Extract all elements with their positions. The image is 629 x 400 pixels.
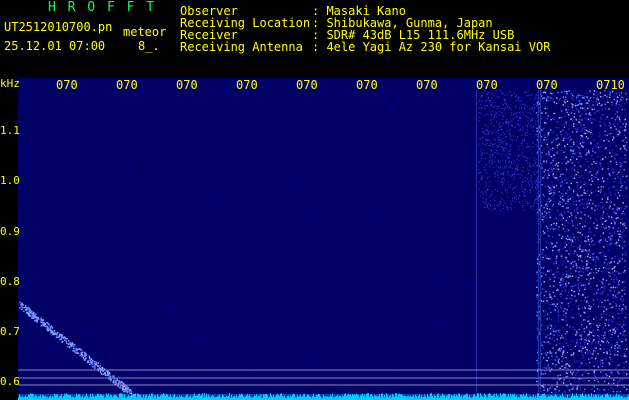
extra-label: 8_. xyxy=(138,39,160,53)
y-tick-label: 0.7 xyxy=(0,325,20,338)
app-title: H R O F F T xyxy=(48,0,157,15)
x-tick-label: 070 xyxy=(176,78,198,92)
x-tick-label: 070 xyxy=(536,78,558,92)
y-tick-label: 0.8 xyxy=(0,275,20,288)
header-panel: H R O F F T UT2512010700.pn meteor 25.12… xyxy=(0,0,629,78)
x-tick-label: 070 xyxy=(476,78,498,92)
x-tick-label: 070 xyxy=(116,78,138,92)
x-tick-label: 070 xyxy=(56,78,78,92)
spectrogram-panel: kHz 1.1 1.0 0.9 0.8 0.7 0.6 070 070 070 … xyxy=(0,78,629,400)
x-tick-label: 070 xyxy=(416,78,438,92)
x-tick-label: 070 xyxy=(356,78,378,92)
datetime-label: 25.12.01 07:00 xyxy=(4,39,106,53)
field-label-antenna: Receiving Antenna xyxy=(180,40,303,54)
x-tick-label: 070 xyxy=(296,78,318,92)
x-tick-label: 0710 xyxy=(596,78,625,92)
type-label: meteor xyxy=(123,25,167,39)
y-tick-label: 0.9 xyxy=(0,225,20,238)
y-tick-label: 0.6 xyxy=(0,375,20,388)
x-tick-label: 070 xyxy=(236,78,258,92)
spectrogram-image xyxy=(18,78,629,400)
filename-label: UT2512010700.pn xyxy=(4,20,113,34)
y-tick-label: 1.0 xyxy=(0,174,20,187)
y-tick-label: 1.1 xyxy=(0,124,20,137)
y-unit-label: kHz xyxy=(0,77,20,90)
field-value-antenna: : 4ele Yagi Az 230 for Kansai VOR xyxy=(312,40,551,54)
